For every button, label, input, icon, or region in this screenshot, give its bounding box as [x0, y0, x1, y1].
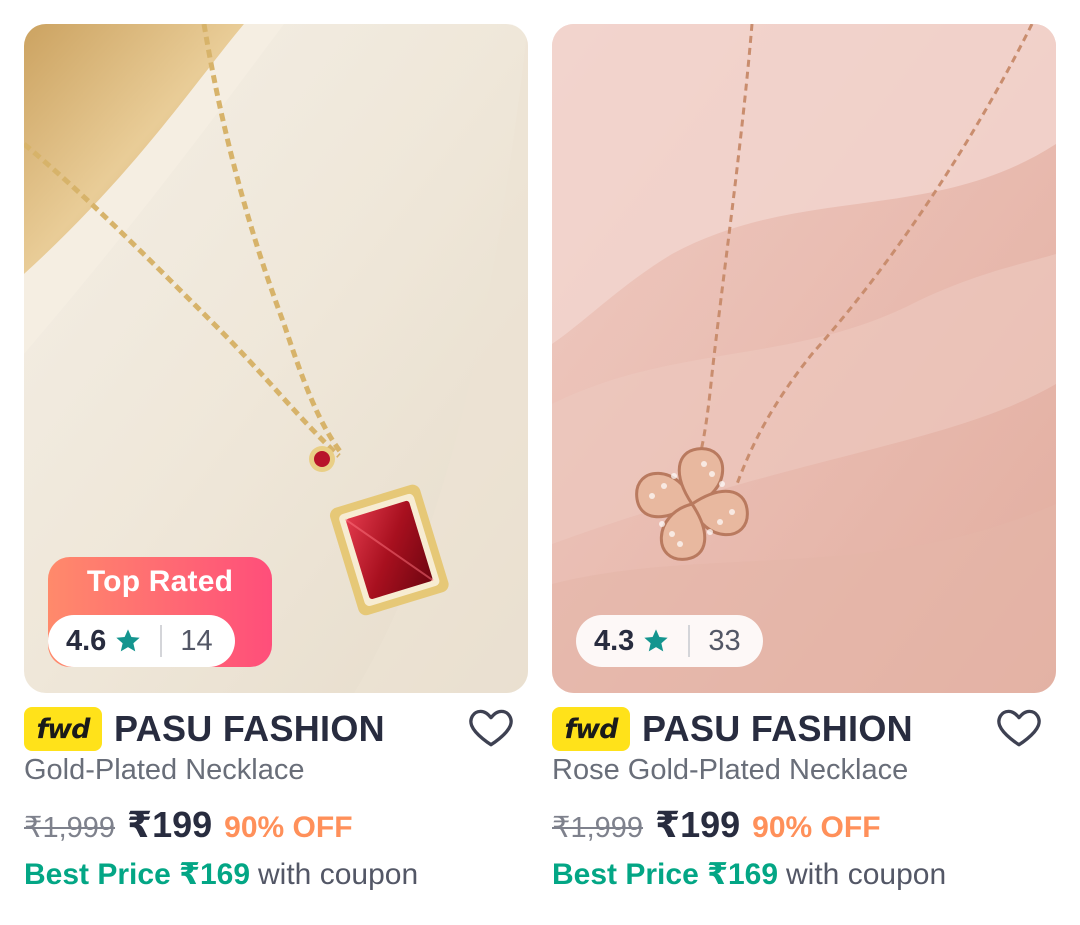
fwd-logo: fwd	[552, 707, 630, 751]
product-name: Gold-Plated Necklace	[24, 754, 305, 786]
brand-row: fwd PASU FASHION	[24, 704, 528, 754]
best-price-row: Best Price ₹169 with coupon	[552, 857, 946, 892]
rating-value: 4.3	[594, 624, 635, 657]
coupon-note: with coupon	[786, 858, 947, 891]
best-price: Best Price ₹169	[24, 858, 251, 891]
review-count: 14	[180, 624, 213, 657]
fwd-logo: fwd	[24, 707, 102, 751]
rating-separator	[688, 625, 691, 657]
rating-pill: 4.6 14	[48, 615, 235, 667]
product-image-2[interactable]: 4.3 33	[552, 24, 1056, 693]
discount-label: 90% OFF	[752, 811, 881, 844]
product-image-1[interactable]: Top Rated 4.6 14	[24, 24, 528, 693]
discount-label: 90% OFF	[224, 811, 353, 844]
heart-icon[interactable]	[466, 702, 516, 752]
product-card-1[interactable]: Top Rated 4.6 14 fwd PASU FASHION Gold-P…	[24, 24, 528, 914]
coupon-note: with coupon	[258, 858, 419, 891]
price-row: ₹1,999 ₹199 90% OFF	[24, 804, 353, 846]
product-card-2[interactable]: 4.3 33 fwd PASU FASHION Rose Gold-Plated…	[552, 24, 1056, 914]
rating-pill: 4.3 33	[576, 615, 763, 667]
brand-name: PASU FASHION	[642, 708, 913, 749]
heart-icon[interactable]	[994, 702, 1044, 752]
best-price-row: Best Price ₹169 with coupon	[24, 857, 418, 892]
rose-gold-necklace-image	[552, 24, 1056, 693]
price-row: ₹1,999 ₹199 90% OFF	[552, 804, 881, 846]
mrp-price: ₹1,999	[552, 812, 644, 844]
top-rated-label: Top Rated	[86, 565, 234, 598]
brand-name: PASU FASHION	[114, 708, 385, 749]
selling-price: ₹199	[655, 804, 741, 845]
product-name: Rose Gold-Plated Necklace	[552, 754, 909, 786]
star-icon	[644, 629, 668, 652]
best-price: Best Price ₹169	[552, 858, 779, 891]
selling-price: ₹199	[127, 804, 213, 845]
brand-row: fwd PASU FASHION	[552, 704, 1056, 754]
mrp-price: ₹1,999	[24, 812, 116, 844]
star-icon	[116, 629, 140, 652]
rating-separator	[160, 625, 163, 657]
rating-value: 4.6	[66, 624, 107, 657]
review-count: 33	[708, 624, 741, 657]
